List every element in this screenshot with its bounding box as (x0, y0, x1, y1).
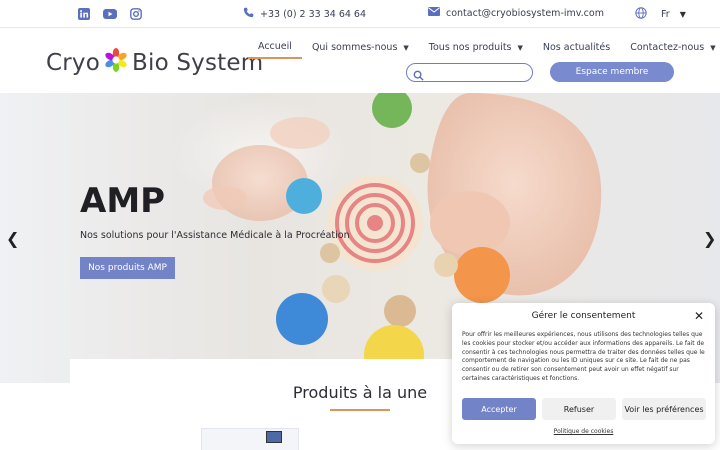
nav-label: Qui sommes-nous (311, 42, 398, 53)
refuse-button[interactable]: Refuser (542, 398, 616, 420)
nav-item-produits[interactable]: Tous nos produits ▼ (419, 41, 533, 59)
phone-number: +33 (0) 2 33 34 64 64 (260, 8, 367, 20)
top-bar: +33 (0) 2 33 34 64 64 contact@cryobiosys… (0, 0, 720, 28)
cookie-policy-link[interactable]: Politique de cookies (452, 428, 715, 435)
language-selector[interactable]: Fr ▼ (635, 7, 686, 22)
member-area-button[interactable]: Espace membre (550, 62, 674, 82)
product-card[interactable] (201, 428, 299, 450)
nav-label: Nos actualités (542, 42, 611, 53)
logo-text-biosystem: Bio System (132, 50, 264, 76)
chevron-down-icon: ▼ (403, 43, 409, 52)
nav-item-accueil[interactable]: Accueil (248, 41, 302, 59)
chevron-right-icon[interactable]: ❯ (703, 229, 716, 248)
main-nav: Accueil Qui sommes-nous ▼ Tous nos produ… (248, 41, 720, 59)
chevron-down-icon: ▼ (710, 43, 716, 52)
nav-label: Accueil (258, 41, 292, 52)
nav-item-contact[interactable]: Contactez-nous ▼ (620, 41, 720, 59)
instagram-icon[interactable] (129, 7, 143, 21)
language-label: Fr (661, 9, 670, 20)
logo-text-cryo: Cryo (46, 50, 100, 76)
globe-icon (635, 7, 647, 22)
linkedin-icon[interactable] (77, 7, 91, 21)
title-underline (330, 409, 390, 411)
chevron-down-icon: ▼ (517, 43, 523, 52)
envelope-icon (428, 7, 440, 19)
cookie-consent-dialog: Gérer le consentement ✕ Pour offrir les … (452, 303, 715, 444)
close-icon[interactable]: ✕ (694, 309, 704, 323)
nav-item-qui-sommes-nous[interactable]: Qui sommes-nous ▼ (302, 41, 419, 59)
flower-logo-icon (103, 47, 129, 79)
consent-text: Pour offrir les meilleures expériences, … (462, 331, 705, 382)
consent-title: Gérer le consentement (531, 311, 636, 321)
preferences-button[interactable]: Voir les préférences (622, 398, 706, 420)
email-contact[interactable]: contact@cryobiosystem-imv.com (428, 7, 604, 19)
search-icon[interactable] (413, 66, 424, 85)
accept-button[interactable]: Accepter (462, 398, 536, 420)
nav-item-actualites[interactable]: Nos actualités (533, 41, 620, 59)
hero-cta-button[interactable]: Nos produits AMP (80, 257, 175, 279)
email-address: contact@cryobiosystem-imv.com (446, 7, 604, 19)
chevron-down-icon: ▼ (679, 10, 686, 19)
social-links (77, 7, 143, 21)
chevron-left-icon[interactable]: ❮ (6, 229, 19, 248)
site-header: Cryo Bio System Accueil Qui sommes-nous … (0, 29, 720, 93)
site-logo[interactable]: Cryo Bio System (46, 47, 263, 79)
phone-contact[interactable]: +33 (0) 2 33 34 64 64 (243, 7, 366, 21)
hero-title: AMP (80, 181, 166, 221)
nav-label: Contactez-nous (630, 42, 705, 53)
nav-label: Tous nos produits (428, 42, 512, 53)
phone-icon (243, 7, 254, 21)
hero-subtitle: Nos solutions pour l'Assistance Médicale… (80, 230, 350, 241)
product-image (266, 431, 282, 443)
youtube-icon[interactable] (103, 7, 117, 21)
search-input[interactable] (406, 63, 533, 82)
